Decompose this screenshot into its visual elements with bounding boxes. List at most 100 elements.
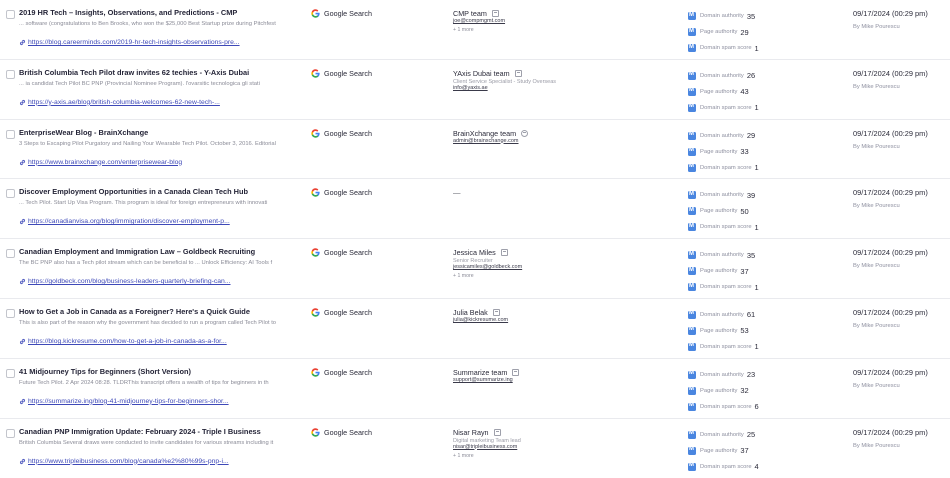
metric-value: 23 [746, 370, 756, 380]
result-url[interactable]: https://canadianvisa.org/blog/immigratio… [28, 218, 230, 225]
metric-label: Domain spam score [700, 403, 752, 410]
row-checkbox[interactable] [6, 249, 15, 259]
metric-value: 1 [754, 282, 759, 292]
contact-name[interactable]: Julia Belak [453, 308, 488, 317]
author-label: By Mike Pourescu [853, 442, 900, 449]
contact-name-line: CMP team [453, 9, 603, 18]
source-cell: Google Search [311, 428, 372, 437]
result-title[interactable]: Canadian Employment and Immigration Law … [19, 247, 294, 256]
result-title[interactable]: How to Get a Job in Canada as a Foreigne… [19, 307, 294, 316]
contact-email[interactable]: jessicamiles@goldbeck.com [453, 264, 603, 270]
result-link[interactable]: https://canadianvisa.org/blog/immigratio… [19, 218, 269, 225]
result-url[interactable]: https://y-axis.ae/blog/british-columbia-… [28, 99, 220, 106]
domain-spam-score: Domain spam score 6 [688, 399, 788, 415]
metrics-cell: Domain authority 35 Page authority 29 Do… [688, 8, 788, 56]
metric-value: 29 [746, 131, 756, 141]
result-title[interactable]: 2019 HR Tech – Insights, Observations, a… [19, 8, 294, 17]
domain-authority: Domain authority 61 [688, 307, 788, 323]
metrics-cell: Domain authority 25 Page authority 37 Do… [688, 427, 788, 475]
metric-label: Domain spam score [700, 284, 752, 291]
contact-card-icon[interactable] [491, 10, 499, 17]
contact-more-link[interactable]: + 1 more [453, 453, 603, 459]
google-icon [311, 308, 320, 317]
google-icon [311, 248, 320, 257]
contact-more-link[interactable]: + 1 more [453, 27, 603, 33]
row-checkbox[interactable] [6, 10, 15, 19]
result-link[interactable]: https://www.tripleibusiness.com/blog/can… [19, 458, 269, 465]
moz-icon [688, 267, 696, 276]
metric-value: 1 [754, 43, 759, 53]
contact-empty: — [453, 188, 461, 198]
result-url[interactable]: https://blog.careerminds.com/2019-hr-tec… [28, 39, 240, 46]
result-link[interactable]: https://blog.careerminds.com/2019-hr-tec… [19, 39, 269, 46]
metric-label: Domain spam score [700, 164, 752, 171]
row-checkbox[interactable] [6, 189, 15, 199]
result-url[interactable]: https://goldbeck.com/blog/business-leade… [28, 278, 231, 285]
contact-more-link[interactable]: + 1 more [453, 273, 603, 279]
contact-cell: Julia Belak julia@kickresume.com [453, 308, 603, 323]
date-label: 09/17/2024 (00:29 pm) [853, 128, 928, 138]
row-checkbox[interactable] [6, 428, 15, 438]
contact-name[interactable]: Nisar Rayn [453, 428, 489, 437]
result-link[interactable]: https://www.brainxchange.com/enterprisew… [19, 159, 269, 166]
contact-email[interactable]: joe@compmgmt.com [453, 18, 603, 24]
contact-card-icon[interactable] [492, 308, 500, 316]
metric-label: Domain authority [700, 431, 744, 438]
row-checkbox[interactable] [6, 69, 15, 79]
result-url[interactable]: https://summarize.ing/blog-41-midjourney… [28, 398, 229, 405]
contact-name[interactable]: Jessica Miles [453, 248, 496, 257]
domain-spam-score: Domain spam score 1 [688, 100, 788, 116]
contact-name[interactable]: Summarize team [453, 368, 507, 377]
contact-card-icon[interactable] [514, 69, 522, 77]
contact-email[interactable]: julia@kickresume.com [453, 317, 603, 323]
result-title[interactable]: EnterpriseWear Blog - BrainXchange [19, 128, 294, 137]
result-link[interactable]: https://goldbeck.com/blog/business-leade… [19, 278, 269, 285]
moz-icon [688, 283, 696, 292]
date-label: 09/17/2024 (00:29 pm) [853, 68, 928, 78]
metric-value: 29 [740, 27, 749, 37]
row-checkbox[interactable] [6, 308, 15, 318]
result-title[interactable]: Canadian PNP Immigration Update: Februar… [19, 427, 294, 436]
domain-authority: Domain authority 29 [688, 128, 788, 144]
metric-label: Domain authority [700, 252, 744, 259]
domain-spam-score: Domain spam score 1 [688, 279, 788, 295]
table-row: Canadian Employment and Immigration Law … [0, 239, 950, 299]
results-table: 2019 HR Tech – Insights, Observations, a… [0, 0, 950, 478]
source-label: Google Search [324, 128, 372, 138]
contact-card-icon[interactable] [493, 428, 501, 436]
contact-name[interactable]: YAxis Dubai team [453, 69, 510, 78]
contact-email[interactable]: admin@brainxchange.com [453, 138, 603, 144]
moz-icon [688, 147, 696, 156]
metric-value: 1 [754, 103, 759, 113]
result-url[interactable]: https://blog.kickresume.com/how-to-get-a… [28, 338, 227, 345]
contact-name[interactable]: CMP team [453, 9, 487, 18]
metric-label: Domain authority [700, 371, 744, 378]
author-label: By Mike Pourescu [853, 263, 900, 270]
contact-email[interactable]: support@summarize.ing [453, 377, 603, 383]
metric-value: 32 [740, 386, 749, 396]
domain-spam-score: Domain spam score 1 [688, 40, 788, 56]
contact-email[interactable]: info@yaxis.ae [453, 85, 603, 91]
result-snippet: British Columbia Several draws were cond… [19, 439, 274, 446]
contact-email[interactable]: nisar@tripleibusiness.com [453, 444, 603, 450]
moz-icon [688, 342, 696, 351]
date-label: 09/17/2024 (00:29 pm) [853, 188, 928, 198]
metric-value: 6 [754, 402, 759, 412]
result-title[interactable]: British Columbia Tech Pilot draw invites… [19, 68, 294, 77]
result-link[interactable]: https://blog.kickresume.com/how-to-get-a… [19, 338, 269, 345]
result-link[interactable]: https://y-axis.ae/blog/british-columbia-… [19, 99, 269, 106]
result-title[interactable]: Discover Employment Opportunities in a C… [19, 187, 294, 196]
row-checkbox[interactable] [6, 129, 15, 139]
facebook-icon[interactable] [521, 129, 529, 137]
contact-card-icon[interactable] [500, 249, 508, 257]
metric-label: Domain authority [700, 13, 744, 19]
contact-card-icon[interactable] [512, 368, 520, 376]
source-label: Google Search [324, 68, 372, 78]
metric-value: 35 [746, 11, 756, 21]
result-link[interactable]: https://summarize.ing/blog-41-midjourney… [19, 398, 269, 405]
result-title[interactable]: 41 Midjourney Tips for Beginners (Short … [19, 367, 294, 376]
result-url[interactable]: https://www.brainxchange.com/enterprisew… [28, 159, 182, 166]
result-url[interactable]: https://www.tripleibusiness.com/blog/can… [28, 458, 229, 465]
contact-name[interactable]: BrainXchange team [453, 129, 516, 138]
row-checkbox[interactable] [6, 368, 15, 378]
